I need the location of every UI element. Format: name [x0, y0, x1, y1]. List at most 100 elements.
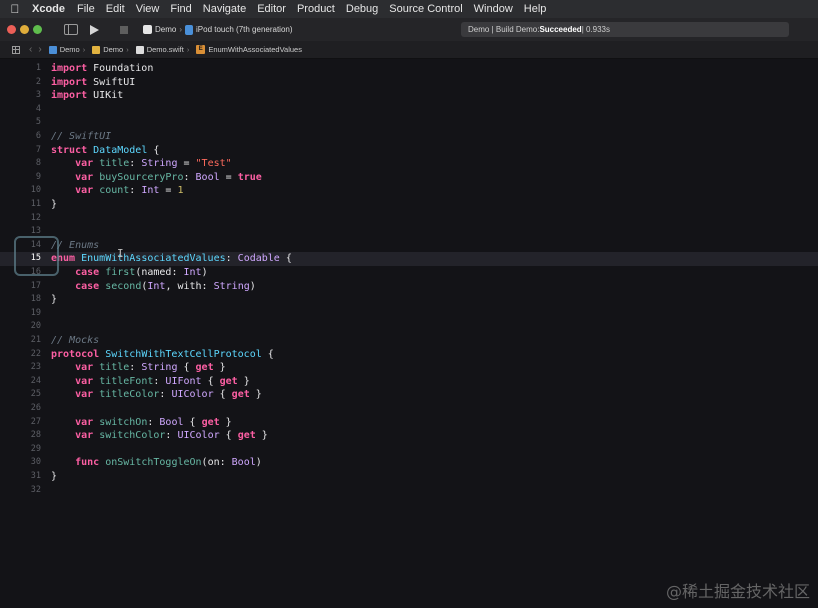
- back-arrow-icon[interactable]: ‹: [29, 44, 32, 55]
- breadcrumb-group[interactable]: Demo ›: [92, 45, 129, 54]
- breadcrumb-project[interactable]: Demo ›: [48, 45, 85, 54]
- code-line[interactable]: 13: [0, 225, 818, 239]
- line-number[interactable]: 30: [0, 456, 41, 470]
- code-line[interactable]: 11}: [0, 198, 818, 212]
- line-number[interactable]: 6: [0, 130, 41, 144]
- code-line[interactable]: 7 struct DataModel {: [0, 144, 818, 158]
- code-text[interactable]: }: [51, 293, 57, 307]
- menu-edit[interactable]: Edit: [106, 3, 134, 15]
- apple-menu-icon[interactable]: : [0, 2, 30, 16]
- code-line[interactable]: 8 var title: String = "Test": [0, 157, 818, 171]
- code-line[interactable]: 20: [0, 320, 818, 334]
- line-number[interactable]: 19: [0, 307, 41, 321]
- code-line[interactable]: 22 protocol SwitchWithTextCellProtocol {: [0, 348, 818, 362]
- line-number[interactable]: 5: [0, 116, 41, 130]
- line-number[interactable]: 26: [0, 402, 41, 416]
- code-text[interactable]: struct DataModel {: [51, 144, 159, 158]
- line-number[interactable]: 25: [0, 388, 41, 402]
- line-number[interactable]: 29: [0, 443, 41, 457]
- menu-find[interactable]: Find: [170, 3, 200, 15]
- line-number[interactable]: 24: [0, 375, 41, 389]
- line-number[interactable]: 21: [0, 334, 41, 348]
- menu-editor[interactable]: Editor: [257, 3, 295, 15]
- zoom-window-button[interactable]: [33, 25, 42, 34]
- code-line[interactable]: 27 var switchOn: Bool { get }: [0, 416, 818, 430]
- line-number[interactable]: 3: [0, 89, 41, 103]
- code-text[interactable]: }: [51, 470, 57, 484]
- code-text[interactable]: var title: String = "Test": [51, 157, 232, 171]
- code-text[interactable]: case second(Int, with: String): [51, 280, 256, 294]
- code-line[interactable]: 24 var titleFont: UIFont { get }: [0, 375, 818, 389]
- line-number[interactable]: 1: [0, 62, 41, 76]
- code-text[interactable]: var titleFont: UIFont { get }: [51, 375, 250, 389]
- stop-button[interactable]: [120, 25, 128, 34]
- code-line[interactable]: 17 case second(Int, with: String): [0, 280, 818, 294]
- line-number[interactable]: 22: [0, 348, 41, 362]
- menu-source-control[interactable]: Source Control: [389, 3, 471, 15]
- code-line[interactable]: 3 import UIKit: [0, 89, 818, 103]
- code-text[interactable]: var buySourceryPro: Bool = true: [51, 171, 262, 185]
- code-line[interactable]: 23 var title: String { get }: [0, 361, 818, 375]
- line-number[interactable]: 17: [0, 280, 41, 294]
- line-number[interactable]: 23: [0, 361, 41, 375]
- code-line[interactable]: 18}: [0, 293, 818, 307]
- line-number[interactable]: 28: [0, 429, 41, 443]
- breadcrumb-file[interactable]: Demo.swift ›: [135, 45, 189, 54]
- code-text[interactable]: }: [51, 198, 57, 212]
- code-text[interactable]: var switchColor: UIColor { get }: [51, 429, 268, 443]
- code-line[interactable]: 10 var count: Int = 1: [0, 184, 818, 198]
- code-text[interactable]: protocol SwitchWithTextCellProtocol {: [51, 348, 274, 362]
- code-line[interactable]: 31}: [0, 470, 818, 484]
- code-text[interactable]: import SwiftUI: [51, 76, 135, 90]
- code-line[interactable]: 4: [0, 103, 818, 117]
- menu-navigate[interactable]: Navigate: [203, 3, 255, 15]
- scheme-selector[interactable]: Demo › iPod touch (7th generation): [143, 24, 293, 35]
- code-text[interactable]: enum EnumWithAssociatedValues: Codable {: [51, 252, 292, 266]
- menu-debug[interactable]: Debug: [346, 3, 387, 15]
- menu-file[interactable]: File: [77, 3, 104, 15]
- run-button[interactable]: [90, 24, 99, 35]
- line-number[interactable]: 9: [0, 171, 41, 185]
- source-editor[interactable]: 1 import Foundation 2 import SwiftUI 3 import…: [0, 59, 818, 608]
- code-line[interactable]: 30 func onSwitchToggleOn(on: Bool): [0, 456, 818, 470]
- line-number[interactable]: 8: [0, 157, 41, 171]
- code-line[interactable]: 16 case first(named: Int): [0, 266, 818, 280]
- menu-product[interactable]: Product: [297, 3, 344, 15]
- menu-help[interactable]: Help: [524, 3, 556, 15]
- code-text[interactable]: var titleColor: UIColor { get }: [51, 388, 262, 402]
- code-line[interactable]: 29: [0, 443, 818, 457]
- menu-app-xcode[interactable]: Xcode: [32, 3, 75, 15]
- line-number[interactable]: 10: [0, 184, 41, 198]
- line-number[interactable]: 20: [0, 320, 41, 334]
- code-text[interactable]: var switchOn: Bool { get }: [51, 416, 232, 430]
- code-line[interactable]: 25 var titleColor: UIColor { get }: [0, 388, 818, 402]
- line-number[interactable]: 11: [0, 198, 41, 212]
- line-number[interactable]: 4: [0, 103, 41, 117]
- line-number[interactable]: 31: [0, 470, 41, 484]
- code-line[interactable]: 21 // Mocks: [0, 334, 818, 348]
- related-items-icon[interactable]: [12, 45, 20, 54]
- code-text[interactable]: func onSwitchToggleOn(on: Bool): [51, 456, 262, 470]
- code-line[interactable]: 5: [0, 116, 818, 130]
- line-number[interactable]: 2: [0, 76, 41, 90]
- code-line[interactable]: 12: [0, 212, 818, 226]
- menu-view[interactable]: View: [136, 3, 169, 15]
- code-text[interactable]: var count: Int = 1: [51, 184, 183, 198]
- code-line[interactable]: 6 // SwiftUI: [0, 130, 818, 144]
- code-text[interactable]: case first(named: Int): [51, 266, 208, 280]
- minimize-window-button[interactable]: [20, 25, 29, 34]
- line-number[interactable]: 12: [0, 212, 41, 226]
- forward-arrow-icon[interactable]: ›: [38, 44, 41, 55]
- device-name[interactable]: iPod touch (7th generation): [196, 25, 293, 34]
- code-line[interactable]: 19: [0, 307, 818, 321]
- code-line[interactable]: 32: [0, 484, 818, 498]
- close-window-button[interactable]: [7, 25, 16, 34]
- code-line[interactable]: 28 var switchColor: UIColor { get }: [0, 429, 818, 443]
- code-text[interactable]: // Mocks: [51, 334, 99, 348]
- breadcrumb-symbol[interactable]: E EnumWithAssociatedValues: [196, 45, 302, 54]
- code-line[interactable]: 2 import SwiftUI: [0, 76, 818, 90]
- code-line[interactable]: 9 var buySourceryPro: Bool = true: [0, 171, 818, 185]
- code-text[interactable]: import UIKit: [51, 89, 123, 103]
- code-line[interactable]: 1 import Foundation: [0, 62, 818, 76]
- code-text[interactable]: var title: String { get }: [51, 361, 226, 375]
